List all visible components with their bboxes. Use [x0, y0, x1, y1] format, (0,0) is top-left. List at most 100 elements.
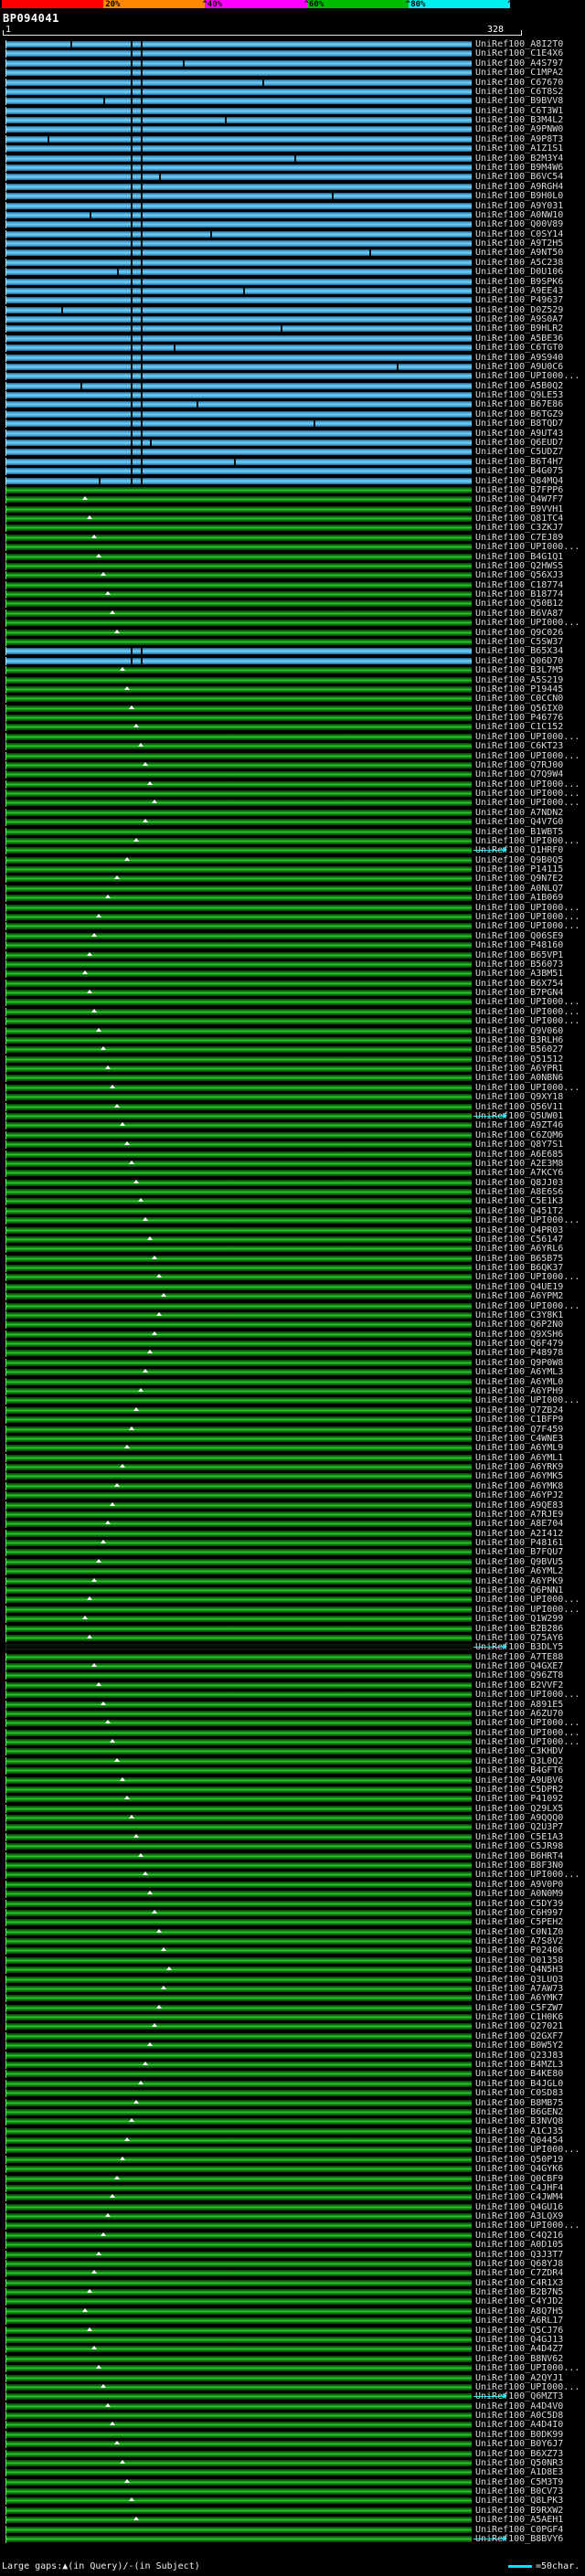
hit-bar[interactable] [5, 628, 472, 637]
hit-bar[interactable] [5, 1188, 472, 1196]
hit-label[interactable]: UniRef100_Q68YJ8 [475, 2259, 563, 2268]
hit-bar[interactable] [5, 1140, 472, 1150]
hit-label[interactable]: UniRef100_A8E704 [475, 1520, 563, 1529]
hit-bar[interactable] [5, 770, 472, 779]
hit-label[interactable]: UniRef100_A4D4V0 [475, 2401, 563, 2411]
hit-bar[interactable] [5, 846, 472, 855]
hit-label[interactable]: UniRef100_C3ZKJ7 [475, 524, 563, 533]
hit-label[interactable]: UniRef100_C0PGF4 [475, 2525, 563, 2534]
hit-label[interactable]: UniRef100_A4D4I0 [475, 2421, 563, 2430]
hit-label[interactable]: UniRef100_A9S940 [475, 353, 563, 362]
hit-label[interactable]: UniRef100_B9HLR2 [475, 324, 563, 334]
hit-bar[interactable] [5, 950, 472, 959]
hit-label[interactable]: UniRef100_A3BM51 [475, 970, 563, 979]
hit-label[interactable]: UniRef100_Q2U3P7 [475, 1823, 563, 1832]
hit-bar[interactable] [5, 1377, 472, 1386]
hit-bar[interactable] [5, 1719, 472, 1728]
hit-label[interactable]: UniRef100_A6YPJ2 [475, 1491, 563, 1500]
hit-label[interactable]: UniRef100_C1BFP9 [475, 1415, 563, 1425]
hit-label[interactable]: UniRef100_A9T2H5 [475, 239, 563, 249]
hit-bar[interactable] [5, 675, 472, 684]
hit-bar[interactable] [5, 229, 472, 239]
hit-bar[interactable] [5, 2468, 472, 2477]
hit-label[interactable]: UniRef100_B8NV62 [475, 2354, 563, 2363]
hit-label[interactable]: UniRef100_P19445 [475, 684, 563, 694]
hit-bar[interactable] [5, 1216, 472, 1225]
hit-label[interactable]: UniRef100_C5JR98 [475, 1842, 563, 1851]
hit-label[interactable]: UniRef100_B65X34 [475, 647, 563, 656]
hit-label[interactable]: UniRef100_P49637 [475, 296, 563, 305]
hit-label[interactable]: UniRef100_A6YPH9 [475, 1387, 563, 1396]
hit-label[interactable]: UniRef100_B3RLH6 [475, 1035, 563, 1044]
hit-bar[interactable] [5, 144, 472, 154]
hit-bar[interactable] [5, 1491, 472, 1500]
hit-label[interactable]: UniRef100_C6T8S2 [475, 87, 563, 96]
hit-label[interactable]: UniRef100_A6YMK7 [475, 1994, 563, 2003]
hit-bar[interactable] [5, 2193, 472, 2202]
hit-bar[interactable] [5, 1984, 472, 1993]
hit-bar[interactable] [5, 1111, 472, 1120]
hit-bar[interactable] [5, 2496, 472, 2506]
hit-bar[interactable] [5, 1814, 472, 1823]
hit-bar[interactable] [5, 1368, 472, 1377]
hit-label[interactable]: UniRef100_A1D8E3 [475, 2468, 563, 2477]
hit-label[interactable]: UniRef100_UPI000... [475, 372, 580, 381]
hit-label[interactable]: UniRef100_Q7Q9W4 [475, 770, 563, 779]
hit-bar[interactable] [5, 2477, 472, 2486]
hit-label[interactable]: UniRef100_A5BE36 [475, 334, 563, 343]
hit-bar[interactable] [5, 2373, 472, 2382]
hit-bar[interactable] [5, 2212, 472, 2221]
hit-label[interactable]: UniRef100_B8F3N0 [475, 1861, 563, 1871]
hit-label[interactable]: UniRef100_B4MZL3 [475, 2060, 563, 2069]
hit-bar[interactable] [5, 779, 472, 789]
hit-label[interactable]: UniRef100_Q56V11 [475, 1102, 563, 1111]
hit-label[interactable]: UniRef100_B4G1Q1 [475, 552, 563, 561]
hit-label[interactable]: UniRef100_UPI000... [475, 836, 580, 845]
hit-label[interactable]: UniRef100_B8BVY6 [475, 2534, 563, 2543]
hit-label[interactable]: UniRef100_A6YML0 [475, 1377, 563, 1386]
hit-bar[interactable] [5, 305, 472, 314]
hit-label[interactable]: UniRef100_C1MPA2 [475, 69, 563, 78]
hit-bar[interactable] [5, 1776, 472, 1785]
hit-label[interactable]: UniRef100_UPI000... [475, 1719, 580, 1728]
hit-label[interactable]: UniRef100_A5S219 [475, 675, 563, 684]
hit-bar[interactable] [5, 2534, 472, 2543]
hit-bar[interactable] [5, 694, 472, 704]
hit-bar[interactable] [5, 1453, 472, 1462]
hit-label[interactable]: UniRef100_UPI000... [475, 751, 580, 760]
hit-label[interactable]: UniRef100_B1WBT5 [475, 827, 563, 836]
hit-label[interactable]: UniRef100_UPI000... [475, 1728, 580, 1737]
hit-bar[interactable] [5, 239, 472, 248]
hit-label[interactable]: UniRef100_UPI000... [475, 1216, 580, 1225]
hit-label[interactable]: UniRef100_UPI000... [475, 1007, 580, 1016]
hit-label[interactable]: UniRef100_O01358 [475, 1956, 563, 1965]
hit-bar[interactable] [5, 1747, 472, 1756]
hit-bar[interactable] [5, 116, 472, 124]
hit-bar[interactable] [5, 1349, 472, 1358]
hit-label[interactable]: UniRef100_A1B069 [475, 894, 563, 903]
hit-label[interactable]: UniRef100_Q7ZB24 [475, 1405, 563, 1415]
hit-label[interactable]: UniRef100_C5UDZ7 [475, 448, 563, 457]
hit-bar[interactable] [5, 2013, 472, 2021]
hit-label[interactable]: UniRef100_B6XZ73 [475, 2449, 563, 2458]
hit-label[interactable]: UniRef100_Q4V7G0 [475, 818, 563, 827]
hit-label[interactable]: UniRef100_A6YML1 [475, 1453, 563, 1462]
hit-label[interactable]: UniRef100_A9P8T3 [475, 134, 563, 143]
hit-bar[interactable] [5, 58, 472, 68]
hit-label[interactable]: UniRef100_A7TE88 [475, 1652, 563, 1661]
hit-bar[interactable] [5, 2326, 472, 2335]
hit-bar[interactable] [5, 751, 472, 760]
hit-bar[interactable] [5, 1671, 472, 1680]
hit-label[interactable]: UniRef100_Q9V060 [475, 1026, 563, 1035]
hit-bar[interactable] [5, 1709, 472, 1718]
hit-bar[interactable] [5, 2297, 472, 2306]
hit-bar[interactable] [5, 381, 472, 390]
hit-label[interactable]: UniRef100_A3LQX9 [475, 2212, 563, 2221]
hit-label[interactable]: UniRef100_UPI000... [475, 903, 580, 912]
hit-label[interactable]: UniRef100_Q6PNN1 [475, 1585, 563, 1595]
hit-bar[interactable] [5, 855, 472, 864]
hit-bar[interactable] [5, 884, 472, 893]
hit-bar[interactable] [5, 1254, 472, 1263]
hit-label[interactable]: UniRef100_A5AEH1 [475, 2516, 563, 2525]
hit-label[interactable]: UniRef100_A4S797 [475, 58, 563, 68]
